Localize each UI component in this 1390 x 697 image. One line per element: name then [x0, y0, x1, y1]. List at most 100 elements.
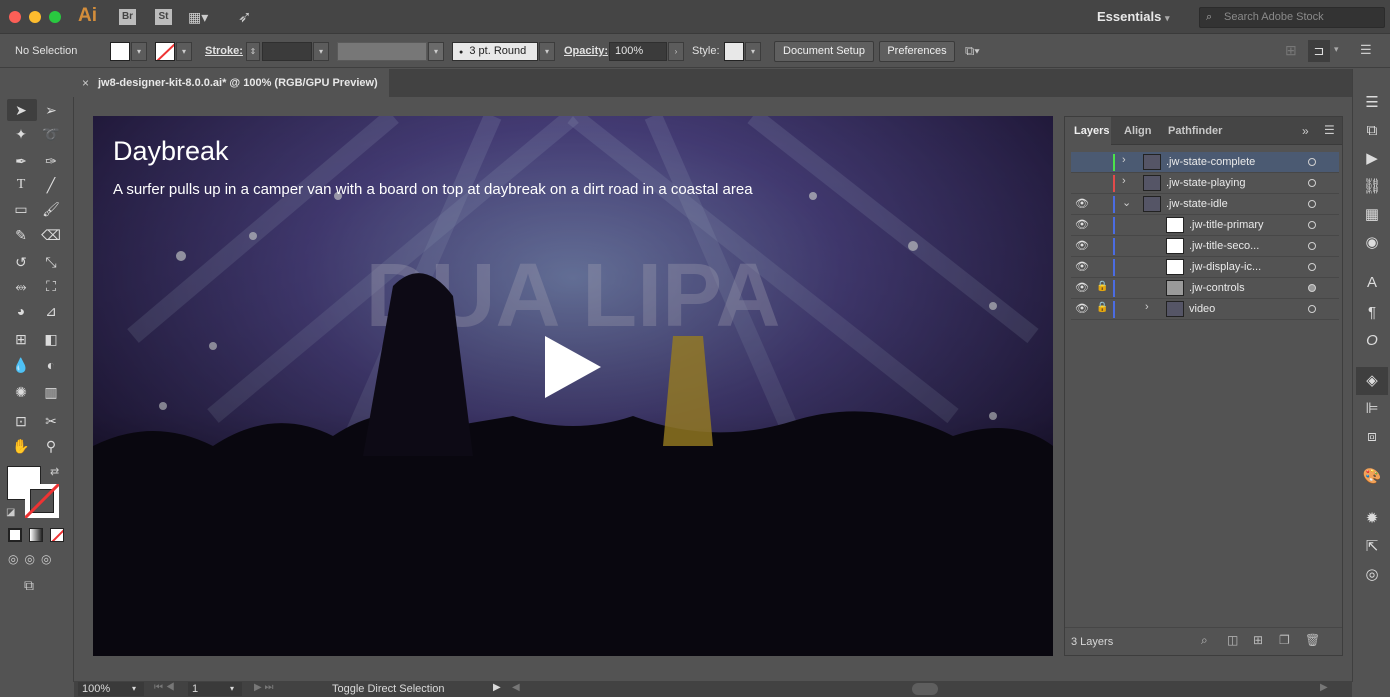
layer-row[interactable]: 👁 🔒 › video [1071, 299, 1339, 320]
layers-icon[interactable]: ◈ [1362, 371, 1382, 391]
status-menu-icon[interactable]: ▶ [493, 682, 501, 693]
arrange-documents-icon[interactable]: ▦▾ [188, 9, 208, 26]
brush-dropdown[interactable]: ▾ [539, 42, 555, 61]
symbol-sprayer-tool-icon[interactable]: ✺ [10, 382, 32, 402]
column-graph-tool-icon[interactable]: ▥ [40, 382, 62, 402]
create-sublayer-icon[interactable]: ⊞ [1253, 633, 1263, 647]
graphic-style-swatch[interactable] [724, 42, 744, 61]
transform-icon[interactable]: ⧉▾ [965, 43, 980, 59]
target-icon[interactable] [1308, 242, 1316, 250]
appearance-icon[interactable]: ◉ [1362, 233, 1382, 253]
visibility-eye-icon[interactable]: 👁 [1075, 197, 1089, 210]
eyedropper-tool-icon[interactable]: 💧 [10, 355, 32, 375]
expand-panels-icon[interactable]: » [1302, 124, 1309, 138]
scroll-left-icon[interactable]: ◀ [512, 682, 520, 693]
fill-swatch[interactable] [110, 42, 130, 61]
swatches-icon[interactable]: 🎨 [1362, 467, 1382, 487]
layer-row[interactable]: 👁 .jw-title-seco... [1071, 236, 1339, 257]
default-fill-stroke-icon[interactable]: ◪ [6, 507, 15, 518]
direct-selection-tool-icon[interactable]: ➢ [40, 100, 62, 120]
collapse-arrow-icon[interactable]: ⌄ [1122, 196, 1131, 209]
properties-icon[interactable]: ☰ [1362, 93, 1382, 113]
make-clipping-mask-icon[interactable]: ◫ [1227, 633, 1238, 647]
fill-dropdown[interactable]: ▾ [131, 42, 147, 61]
tab-align[interactable]: Align [1124, 117, 1152, 145]
layer-row[interactable]: › .jw-state-complete [1071, 152, 1339, 173]
document-tab[interactable]: × jw8-designer-kit-8.0.0.ai* @ 100% (RGB… [74, 69, 389, 97]
stroke-weight-field[interactable] [262, 42, 312, 61]
selection-tool-icon[interactable]: ➤ [10, 100, 32, 120]
curvature-tool-icon[interactable]: ✑ [40, 151, 62, 171]
magic-wand-tool-icon[interactable]: ✦ [10, 124, 32, 144]
zoom-field[interactable]: 100% ▾ [78, 682, 144, 696]
target-icon[interactable] [1308, 200, 1316, 208]
delete-layer-icon[interactable]: 🗑 [1305, 633, 1320, 647]
last-artboard-icon[interactable]: ▶ ⏭ [254, 682, 273, 693]
visibility-eye-icon[interactable]: 👁 [1075, 218, 1089, 231]
screen-mode-icon[interactable]: ⧉ [24, 577, 34, 594]
layer-row[interactable]: 👁 .jw-display-ic... [1071, 257, 1339, 278]
rotate-tool-icon[interactable]: ↺ [10, 252, 32, 272]
line-tool-icon[interactable]: ╱ [40, 175, 62, 195]
variable-width-profile[interactable] [337, 42, 427, 61]
swap-fill-stroke-icon[interactable]: ⇄ [50, 465, 59, 478]
libraries-icon[interactable]: ▦ [1362, 205, 1382, 225]
lock-icon[interactable]: 🔒 [1096, 281, 1108, 292]
lock-icon[interactable]: 🔒 [1096, 302, 1108, 313]
artboard-field[interactable]: 1 ▾ [188, 682, 242, 696]
width-tool-icon[interactable]: ⥈ [10, 276, 32, 296]
scroll-right-icon[interactable]: ▶ [1320, 682, 1328, 693]
opacity-arrow[interactable]: › [668, 42, 684, 61]
preferences-button[interactable]: Preferences [879, 41, 955, 62]
free-transform-tool-icon[interactable]: ⛶ [40, 276, 62, 296]
new-layer-icon[interactable]: ❐ [1279, 633, 1290, 647]
close-tab-icon[interactable]: × [82, 69, 89, 97]
artboards-icon[interactable]: ⧉ [1362, 121, 1382, 141]
stroke-weight-dropdown[interactable]: ▾ [313, 42, 329, 61]
target-icon[interactable] [1308, 221, 1316, 229]
gradient-tool-icon[interactable]: ◧ [40, 329, 62, 349]
paintbrush-tool-icon[interactable]: 🖌 [40, 199, 62, 219]
none-mode-button[interactable] [50, 528, 64, 542]
target-icon[interactable] [1308, 158, 1316, 166]
color-mode-button[interactable] [8, 528, 22, 542]
zoom-window-button[interactable] [49, 11, 61, 23]
expand-arrow-icon[interactable]: › [1122, 175, 1126, 187]
visibility-eye-icon[interactable]: 👁 [1075, 302, 1089, 315]
brush-definition[interactable]: ● 3 pt. Round [452, 42, 538, 61]
mesh-tool-icon[interactable]: ⊞ [10, 329, 32, 349]
first-artboard-icon[interactable]: ⏮ ◀ [154, 682, 175, 693]
visibility-eye-icon[interactable]: 👁 [1075, 281, 1089, 294]
align-icon[interactable]: ⊫ [1362, 399, 1382, 419]
perspective-grid-tool-icon[interactable]: ⊿ [40, 301, 62, 321]
stroke-weight-stepper[interactable]: ⇕ [246, 42, 260, 61]
drawing-modes-icon[interactable]: ◎◎◎ [8, 552, 57, 566]
opentype-icon[interactable]: O [1362, 331, 1382, 351]
artboard-video-preview[interactable]: DUA LIPA Daybreak A surfer pulls up in a… [93, 116, 1053, 656]
blend-tool-icon[interactable]: ◐ [40, 355, 62, 375]
eraser-tool-icon[interactable]: ⌫ [40, 225, 62, 245]
pen-tool-icon[interactable]: ✒ [10, 151, 32, 171]
visibility-eye-icon[interactable]: 👁 [1075, 260, 1089, 273]
creative-cloud-icon[interactable]: ◎ [1362, 565, 1382, 585]
minimize-window-button[interactable] [29, 11, 41, 23]
stock-search-input[interactable]: ⌕ Search Adobe Stock [1199, 7, 1385, 28]
hand-tool-icon[interactable]: ✋ [10, 436, 32, 456]
paragraph-icon[interactable]: ¶ [1362, 303, 1382, 323]
pathfinder-icon[interactable]: ⊐ [1308, 40, 1330, 62]
panel-menu-icon[interactable]: ☰ [1360, 42, 1372, 58]
target-icon[interactable] [1308, 305, 1316, 313]
type-tool-icon[interactable]: T [10, 175, 32, 195]
layer-row[interactable]: 👁 .jw-title-primary [1071, 215, 1339, 236]
play-icon[interactable] [545, 336, 601, 398]
symbols-icon[interactable]: ✹ [1362, 509, 1382, 529]
visibility-eye-icon[interactable]: 👁 [1075, 239, 1089, 252]
pathfinder-icon[interactable]: ⧈ [1362, 427, 1382, 447]
stroke-swatch[interactable] [155, 42, 175, 61]
shape-builder-tool-icon[interactable]: ◕ [10, 301, 32, 321]
character-icon[interactable]: A [1362, 273, 1382, 293]
close-window-button[interactable] [9, 11, 21, 23]
style-dropdown[interactable]: ▾ [745, 42, 761, 61]
links-icon[interactable]: ⛓ [1362, 177, 1382, 197]
profile-dropdown[interactable]: ▾ [428, 42, 444, 61]
